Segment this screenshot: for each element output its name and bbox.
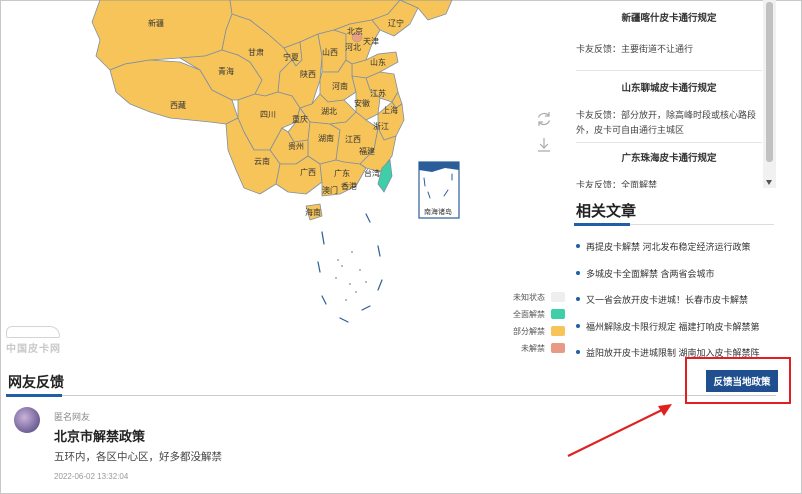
scrollbar-thumb[interactable]: [766, 2, 773, 162]
feedback-heading: 网友反馈: [8, 374, 64, 390]
scroll-down-arrow-icon[interactable]: [766, 180, 772, 185]
label-guangxi: 广西: [300, 167, 316, 177]
label-tianjin: 天津: [363, 36, 379, 46]
label-beijing: 北京: [347, 26, 363, 36]
related-item[interactable]: 多城皮卡全面解禁 含两省会城市: [576, 267, 776, 294]
legend-full-swatch: [551, 309, 565, 319]
map-toolbox: [535, 110, 555, 162]
label-guangdong: 广东: [334, 168, 350, 178]
label-zhejiang: 浙江: [373, 121, 389, 131]
related-link[interactable]: 多城皮卡全面解禁 含两省会城市: [586, 267, 715, 280]
feedback-divider: [6, 394, 776, 397]
policy-item: 广东珠海皮卡通行规定 卡友反馈：全面解禁: [576, 150, 762, 188]
map-legend: 未知状态 全面解禁 部分解禁 未解禁: [495, 290, 565, 358]
legend-not-lifted[interactable]: 未解禁: [495, 341, 565, 355]
post-body: 五环内，各区中心区，好多都没解禁: [54, 451, 222, 463]
policy-list[interactable]: 新疆喀什皮卡通行规定 卡友反馈：主要街道不让通行 山东聊城皮卡通行规定 卡友反馈…: [568, 0, 777, 188]
policy-divider: [576, 70, 762, 71]
label-henan: 河南: [332, 81, 348, 91]
annotation-arrow-icon: [567, 404, 672, 457]
south-sea-islands: [335, 251, 367, 301]
policy-title: 山东聊城皮卡通行规定: [621, 83, 717, 94]
bullet-icon: [576, 323, 580, 328]
feedback-policy-button[interactable]: 反馈当地政策: [706, 370, 778, 392]
related-link[interactable]: 福州解除皮卡限行规定 福建打响皮卡解禁第: [586, 320, 760, 333]
legend-unknown-label: 未知状态: [513, 292, 545, 302]
legend-not-lifted-swatch: [551, 343, 565, 353]
related-link[interactable]: 又一省会放开皮卡进城！长春市皮卡解禁: [586, 293, 748, 306]
policy-title: 广东珠海皮卡通行规定: [621, 153, 717, 164]
label-fujian: 福建: [359, 146, 375, 156]
label-xianggang: 香港: [341, 181, 357, 191]
related-heading: 相关文章: [576, 203, 637, 220]
label-shanghai: 上海: [382, 105, 398, 115]
legend-unknown[interactable]: 未知状态: [495, 290, 565, 304]
south-sea-dashes: [317, 213, 383, 323]
label-aomen: 澳门: [322, 185, 338, 195]
label-gansu: 甘肃: [248, 47, 264, 57]
label-yunnan: 云南: [254, 156, 270, 166]
bullet-icon: [576, 297, 580, 301]
policy-item: 新疆喀什皮卡通行规定 卡友反馈：主要街道不让通行: [576, 10, 762, 57]
heading-accent: [574, 223, 630, 226]
related-item[interactable]: 再提皮卡解禁 河北发布稳定经济运行政策: [576, 240, 776, 267]
label-shaanxi: 陕西: [300, 69, 316, 79]
label-xinjiang: 新疆: [148, 18, 164, 28]
bullet-icon: [576, 350, 580, 354]
legend-full-label: 全面解禁: [513, 309, 545, 319]
label-shanxi: 山西: [322, 47, 338, 57]
avatar[interactable]: [14, 407, 40, 433]
label-taiwan: 台湾: [364, 168, 380, 178]
bullet-icon: [576, 244, 580, 248]
label-chongqing: 重庆: [292, 114, 308, 124]
legend-unknown-swatch: [551, 292, 565, 302]
bullet-icon: [576, 270, 580, 275]
policy-scrollbar[interactable]: [763, 0, 776, 188]
label-anhui: 安徽: [354, 98, 370, 108]
label-nanhai: 南海诸岛: [424, 207, 452, 216]
label-xizang: 西藏: [170, 100, 186, 110]
policy-text: 卡友反馈：部分放开，除高峰时段或核心路段外，皮卡可自由通行主城区: [576, 110, 757, 135]
province-hunan: [307, 121, 341, 165]
china-map-svg[interactable]: 新疆 西藏 青海 甘肃 宁夏 山西 陕西 北京 天津 辽宁 河北 山东 河南 江…: [0, 0, 570, 360]
label-jiangsu: 江苏: [370, 88, 386, 98]
policy-text: 卡友反馈：主要街道不让通行: [576, 44, 694, 54]
policy-text: 卡友反馈：全面解禁: [576, 180, 658, 188]
label-qinghai: 青海: [218, 66, 234, 76]
label-hebei: 河北: [345, 42, 361, 52]
related-item[interactable]: 又一省会放开皮卡进城！长春市皮卡解禁: [576, 293, 776, 320]
policy-title: 新疆喀什皮卡通行规定: [621, 13, 717, 24]
label-sichuan: 四川: [260, 110, 276, 119]
policy-item: 山东聊城皮卡通行规定 卡友反馈：部分放开，除高峰时段或核心路段外，皮卡可自由通行…: [576, 80, 762, 138]
post-title[interactable]: 北京市解禁政策: [54, 426, 145, 445]
legend-full[interactable]: 全面解禁: [495, 307, 565, 321]
legend-partial-label: 部分解禁: [513, 326, 545, 336]
label-ningxia: 宁夏: [283, 52, 299, 62]
legend-partial[interactable]: 部分解禁: [495, 324, 565, 338]
related-divider: [574, 223, 774, 226]
related-link[interactable]: 再提皮卡解禁 河北发布稳定经济运行政策: [586, 240, 751, 253]
post-timestamp: 2022-06-02 13:32:04: [54, 472, 129, 481]
legend-partial-swatch: [551, 326, 565, 336]
heading-accent: [6, 394, 62, 397]
policy-divider: [576, 142, 762, 143]
related-item[interactable]: 福州解除皮卡限行规定 福建打响皮卡解禁第: [576, 320, 776, 347]
label-guizhou: 贵州: [288, 141, 304, 151]
label-hainan: 海南: [305, 207, 321, 217]
label-hunan: 湖南: [318, 133, 334, 143]
related-list: 再提皮卡解禁 河北发布稳定经济运行政策 多城皮卡全面解禁 含两省会城市 又一省会…: [576, 240, 776, 373]
watermark-text: 中国皮卡网: [6, 344, 61, 355]
label-jiangxi: 江西: [345, 135, 361, 144]
car-icon: [6, 326, 60, 338]
download-icon[interactable]: [535, 136, 553, 154]
watermark-logo: 中国皮卡网: [6, 326, 61, 355]
legend-not-lifted-label: 未解禁: [521, 343, 545, 353]
label-liaoning: 辽宁: [388, 18, 404, 28]
label-hubei: 湖北: [321, 107, 337, 116]
post-user-name: 匿名网友: [54, 412, 91, 422]
china-map[interactable]: 新疆 西藏 青海 甘肃 宁夏 山西 陕西 北京 天津 辽宁 河北 山东 河南 江…: [0, 0, 570, 360]
refresh-icon[interactable]: [535, 110, 553, 128]
label-shandong: 山东: [370, 57, 386, 67]
